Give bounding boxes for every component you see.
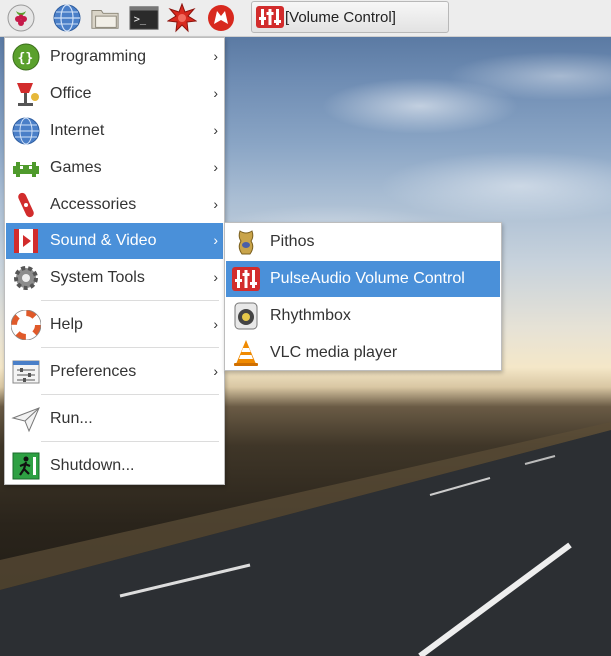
sound-video-icon: [9, 224, 43, 258]
menu-item-office[interactable]: Office ›: [6, 76, 223, 112]
web-browser-launcher[interactable]: [52, 3, 82, 33]
menu-item-label: Accessories: [50, 196, 137, 213]
submenu-item-label: VLC media player: [270, 344, 398, 361]
menu-item-preferences[interactable]: Preferences ›: [6, 354, 223, 390]
menu-item-internet[interactable]: Internet ›: [6, 113, 223, 149]
chevron-right-icon: ›: [213, 159, 218, 175]
menu-item-label: Games: [50, 159, 102, 176]
accessories-icon: [9, 188, 43, 222]
file-manager-launcher[interactable]: [90, 3, 120, 33]
menu-item-label: Run...: [50, 410, 93, 427]
svg-text:>_: >_: [134, 14, 147, 26]
pithos-icon: [229, 225, 263, 259]
wolfram-launcher[interactable]: [206, 3, 236, 33]
submenu-item-rhythmbox[interactable]: Rhythmbox: [226, 298, 500, 334]
terminal-launcher[interactable]: >_: [129, 3, 159, 33]
menu-item-shutdown[interactable]: Shutdown...: [6, 448, 223, 484]
menu-item-run[interactable]: Run...: [6, 401, 223, 437]
folder-icon: [91, 10, 119, 29]
submenu-item-vlc[interactable]: VLC media player: [226, 335, 500, 371]
menu-item-programming[interactable]: {} Programming ›: [6, 39, 223, 75]
chevron-right-icon: ›: [213, 363, 218, 379]
sound-video-submenu: Pithos PulseAudio Volume Control Rhythmb…: [224, 222, 502, 371]
menu-item-label: Help: [50, 316, 83, 333]
chevron-right-icon: ›: [213, 232, 218, 248]
task-button-label: [Volume Control]: [285, 8, 396, 26]
math-icon: [167, 3, 197, 33]
menu-item-accessories[interactable]: Accessories ›: [6, 187, 223, 223]
preferences-icon: [9, 355, 43, 389]
chevron-right-icon: ›: [213, 196, 218, 212]
svg-text:{}: {}: [18, 51, 34, 66]
top-panel: >_ [Volume Control]: [0, 0, 611, 37]
games-icon: [9, 151, 43, 185]
menu-separator: [41, 441, 219, 442]
chevron-right-icon: ›: [213, 122, 218, 138]
submenu-item-pulseaudio[interactable]: PulseAudio Volume Control: [226, 261, 500, 297]
menu-item-games[interactable]: Games ›: [6, 150, 223, 186]
office-icon: [9, 77, 43, 111]
menu-separator: [41, 347, 219, 348]
system-tools-icon: [9, 261, 43, 295]
menu-item-sound-video[interactable]: Sound & Video ›: [6, 223, 223, 259]
menu-separator: [41, 300, 219, 301]
menu-item-label: Preferences: [50, 363, 137, 380]
menu-item-system-tools[interactable]: System Tools ›: [6, 260, 223, 296]
programming-icon: {}: [9, 40, 43, 74]
mathematica-launcher[interactable]: [167, 3, 197, 33]
terminal-icon: >_: [129, 6, 159, 30]
wolfram-icon: [208, 5, 234, 31]
menu-item-label: Office: [50, 85, 92, 102]
shutdown-icon: [9, 449, 43, 483]
volume-control-icon: [256, 6, 284, 28]
submenu-item-pithos[interactable]: Pithos: [226, 224, 500, 260]
main-menu: {} Programming › Office › Internet › Gam…: [4, 37, 225, 485]
chevron-right-icon: ›: [213, 316, 218, 332]
chevron-right-icon: ›: [213, 48, 218, 64]
menu-item-label: Shutdown...: [50, 457, 135, 474]
raspberry-icon: [7, 4, 35, 32]
menu-item-label: System Tools: [50, 269, 145, 286]
menu-item-label: Sound & Video: [50, 232, 157, 249]
internet-icon: [9, 114, 43, 148]
submenu-item-label: Rhythmbox: [270, 307, 351, 324]
submenu-item-label: Pithos: [270, 233, 315, 250]
rhythmbox-icon: [229, 299, 263, 333]
vlc-icon: [229, 336, 263, 370]
run-icon: [9, 402, 43, 436]
menu-item-label: Programming: [50, 48, 147, 65]
submenu-item-label: PulseAudio Volume Control: [270, 270, 465, 287]
menu-separator: [41, 394, 219, 395]
raspberry-menu-button[interactable]: [6, 3, 36, 33]
help-icon: [9, 308, 43, 342]
menu-item-help[interactable]: Help ›: [6, 307, 223, 343]
pulseaudio-icon: [229, 262, 263, 296]
menu-item-label: Internet: [50, 122, 105, 139]
chevron-right-icon: ›: [213, 269, 218, 285]
chevron-right-icon: ›: [213, 85, 218, 101]
volume-control-task-button[interactable]: [Volume Control]: [251, 1, 449, 33]
globe-icon: [53, 4, 81, 32]
